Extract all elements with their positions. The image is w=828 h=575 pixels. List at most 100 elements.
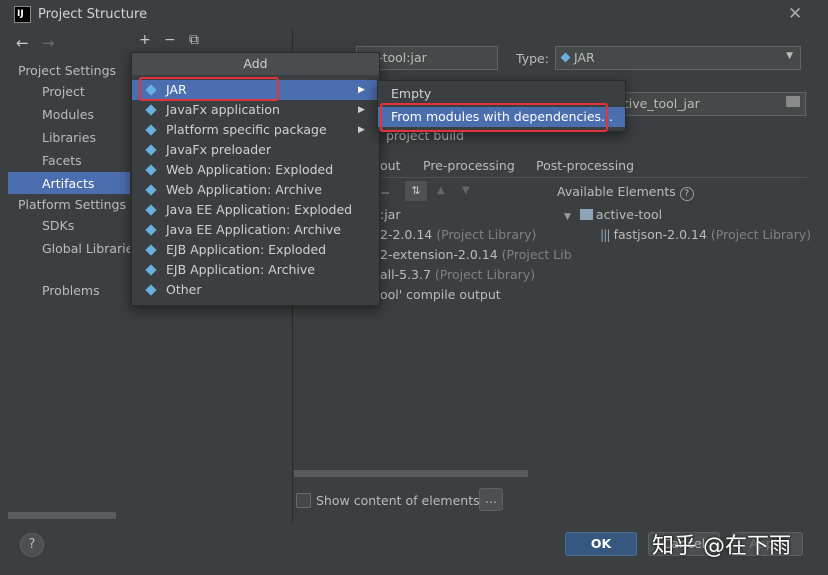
sidebar-item-global-libraries[interactable]: Global Libraries [42,241,140,256]
sidebar-item-label: Artifacts [42,176,95,191]
remove-icon[interactable]: − [164,32,176,48]
window-title: Project Structure [38,7,148,22]
copy-icon[interactable]: ⧉ [189,32,199,48]
menu-item-label: EJB Application: Exploded [166,242,327,257]
back-arrow-icon[interactable]: ← [16,34,29,52]
tree-item-name: :jar [380,207,401,222]
output-tree-item[interactable]: 2-extension-2.0.14 (Project Lib [380,247,572,262]
menu-item-platform-specific-package[interactable]: Platform specific package ▶ [132,120,379,140]
ejb-icon [145,244,157,256]
menu-item-javafx-application[interactable]: JavaFx application ▶ [132,100,379,120]
remove-element-icon[interactable]: − [380,185,390,200]
available-elements-text: Available Elements [557,184,676,199]
package-icon [145,124,157,136]
menu-item-label: JavaFx preloader [166,142,271,157]
sidebar-item-libraries[interactable]: Libraries [42,130,96,145]
tree-horizontal-scrollbar[interactable] [294,470,528,477]
sidebar-section-platform-settings: Platform Settings [18,197,126,212]
sidebar-item-artifacts[interactable]: Artifacts [8,172,130,194]
help-button[interactable]: ? [20,533,44,557]
tree-item-suffix: (Project Library) [432,227,537,242]
output-directory-input[interactable]: ctive_tool_jar [610,92,806,116]
forward-arrow-icon[interactable]: → [42,34,55,52]
highlight-box-jar [139,77,279,101]
watermark: 知乎 @在下雨 [652,534,791,559]
available-tree-library[interactable]: ||| fastjson-2.0.14 (Project Library) [600,227,811,242]
menu-item-web-archive[interactable]: Web Application: Archive [132,180,379,200]
sidebar [8,30,130,522]
menu-item-label: Platform specific package [166,122,327,137]
highlight-box-from-modules [380,103,608,132]
menu-item-web-exploded[interactable]: Web Application: Exploded [132,160,379,180]
javafx-icon [145,104,157,116]
output-tree-item[interactable]: all-5.3.7 (Project Library) [380,267,535,282]
type-select[interactable]: JAR ▼ [555,46,801,70]
web-icon [145,184,157,196]
tree-item-suffix: (Project Library) [430,267,536,282]
sidebar-item-modules[interactable]: Modules [42,107,94,122]
sidebar-item-problems[interactable]: Problems [42,283,100,298]
submenu-item-empty[interactable]: Empty [378,84,625,104]
move-up-icon[interactable]: ▲ [437,185,445,196]
tab-post-processing[interactable]: Post-processing [536,158,634,173]
menu-item-javaee-exploded[interactable]: Java EE Application: Exploded [132,200,379,220]
menu-item-label: Empty [391,86,432,101]
close-window-icon[interactable]: ✕ [788,4,802,24]
help-icon[interactable]: ? [679,187,694,201]
intellij-logo-icon: IJ [14,6,31,23]
show-content-label: Show content of elements [316,493,480,508]
available-tree-module[interactable]: ▼ active-tool [564,207,662,222]
artifact-icon [145,284,157,296]
add-menu-header: Add [132,53,379,75]
output-tree-item[interactable]: 2-2.0.14 (Project Library) [380,227,536,242]
tree-item-name: 2-extension-2.0.14 [380,247,498,262]
jar-icon [560,52,571,63]
library-name: fastjson-2.0.14 [613,227,707,242]
menu-item-label: Java EE Application: Exploded [166,202,353,217]
chevron-down-icon: ▼ [786,51,793,61]
tab-output-layout[interactable]: out [380,158,400,173]
move-down-icon[interactable]: ▼ [462,185,470,196]
tree-item-suffix: (Project Lib [497,247,572,262]
javaee-icon [145,204,157,216]
output-tree-item[interactable]: ool' compile output [380,287,501,302]
sidebar-item-project[interactable]: Project [42,84,85,99]
web-icon [145,164,157,176]
more-options-button[interactable]: ... [479,488,503,511]
folder-icon[interactable] [786,96,800,107]
tab-pre-processing[interactable]: Pre-processing [423,158,515,173]
tree-item-name: ool' compile output [380,287,501,302]
menu-item-javaee-archive[interactable]: Java EE Application: Archive [132,220,379,240]
tree-item-name: 2-2.0.14 [380,227,433,242]
sidebar-item-sdks[interactable]: SDKs [42,218,74,233]
submenu-arrow-icon: ▶ [358,85,365,95]
sidebar-section-project-settings: Project Settings [18,63,117,78]
module-name: active-tool [595,207,663,222]
ejb-icon [145,264,157,276]
sidebar-item-facets[interactable]: Facets [42,153,82,168]
submenu-arrow-icon: ▶ [358,125,365,135]
type-select-value: JAR [574,50,595,65]
menu-item-ejb-exploded[interactable]: EJB Application: Exploded [132,240,379,260]
type-label: Type: [516,51,549,66]
menu-item-label: Other [166,282,202,297]
menu-item-label: JavaFx application [166,102,280,117]
library-icon: ||| [600,227,611,242]
menu-item-ejb-archive[interactable]: EJB Application: Archive [132,260,379,280]
tree-item-name: all-5.3.7 [380,267,431,282]
sidebar-scrollbar[interactable] [8,512,116,519]
output-tree-item[interactable]: :jar [380,207,400,222]
ok-button[interactable]: OK [565,532,637,556]
show-content-checkbox[interactable] [296,493,311,508]
menu-item-label: Web Application: Exploded [166,162,334,177]
expand-chevron-icon[interactable]: ▼ [564,212,571,222]
available-elements-label: Available Elements ? [557,184,694,201]
javafx-icon [145,144,157,156]
menu-item-javafx-preloader[interactable]: JavaFx preloader [132,140,379,160]
menu-item-other[interactable]: Other [132,280,379,300]
menu-item-label: Java EE Application: Archive [166,222,341,237]
module-folder-icon [579,209,593,220]
add-icon[interactable]: + [139,32,151,48]
library-suffix: (Project Library) [706,227,812,242]
sort-icon[interactable]: ⇅ [405,181,427,201]
